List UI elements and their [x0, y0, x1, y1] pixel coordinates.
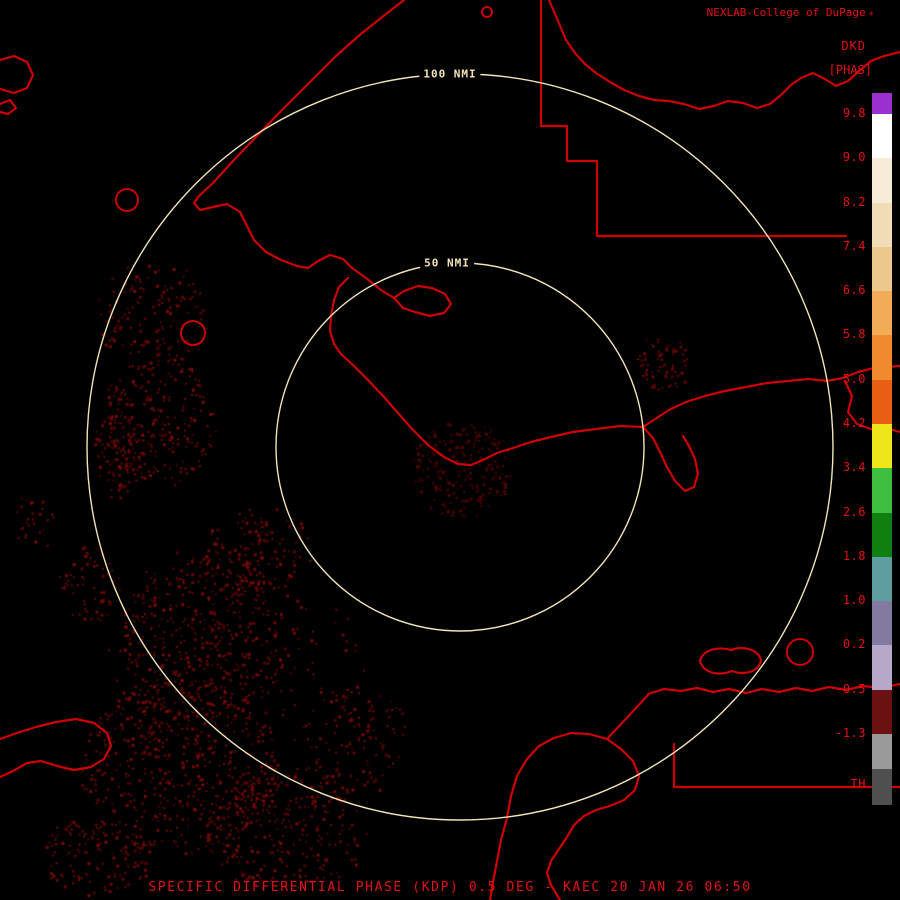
colorbar-tick: 8.2 — [842, 194, 866, 209]
range-ring-label-50nmi: 50 NMI — [420, 255, 474, 271]
radar-display: 100 NMI 50 NMI NEXLAB-College of DuPage ✳… — [0, 0, 900, 900]
map-boundaries — [0, 0, 900, 900]
colorbar-tick: 5.0 — [842, 371, 866, 386]
colorbar-segment — [872, 379, 892, 424]
colorbar-tick: -0.5 — [835, 681, 866, 696]
colorbar-segment — [872, 291, 892, 336]
colorbar-tick: 2.6 — [842, 504, 866, 519]
range-ring-label-100nmi: 100 NMI — [419, 66, 481, 82]
colorbar-tick: 5.8 — [842, 327, 866, 342]
colorbar-segment — [872, 158, 892, 203]
colorbar-tick: TH — [850, 777, 866, 791]
colorbar-tick: 6.6 — [842, 283, 866, 298]
page-title: NEXLAB-College of DuPage — [706, 6, 866, 19]
colorbar-segment — [872, 769, 892, 805]
colorbar-tick: 1.0 — [842, 593, 866, 608]
colorbar-segment — [872, 645, 892, 690]
product-units-label: [PHAS] — [828, 63, 872, 77]
range-rings — [86, 73, 834, 821]
colorbar-segment — [872, 93, 892, 114]
colorbar-segment — [872, 556, 892, 602]
colorbar-tick: 0.2 — [842, 637, 866, 652]
colorbar-segment — [872, 733, 892, 770]
colorbar-tick: 4.2 — [842, 416, 866, 431]
colorbar-tick: 9.8 — [842, 106, 866, 120]
colorbar-segment — [872, 114, 892, 159]
colorbar-tick: 3.4 — [842, 460, 866, 475]
colorbar-segment — [872, 689, 892, 734]
colorbar-tick: -1.3 — [835, 726, 866, 741]
header: NEXLAB-College of DuPage ✳ — [707, 6, 874, 19]
colorbar — [872, 93, 892, 805]
cod-logo-icon: ✳ — [868, 9, 874, 19]
colorbar-segment — [872, 512, 892, 557]
colorbar-tick: 7.4 — [842, 238, 866, 253]
range-ring-100nmi — [86, 73, 834, 821]
colorbar-tick: 1.8 — [842, 548, 866, 563]
colorbar-segment — [872, 335, 892, 380]
colorbar-segment — [872, 423, 892, 469]
colorbar-segment — [872, 202, 892, 247]
product-code-label: DKD — [841, 39, 866, 53]
colorbar-tick: 9.0 — [842, 150, 866, 165]
colorbar-segment — [872, 601, 892, 646]
radar-map — [0, 0, 900, 900]
colorbar-segment — [872, 246, 892, 292]
product-caption: SPECIFIC DIFFERENTIAL PHASE (KDP) 0.5 DE… — [148, 880, 752, 895]
colorbar-segment — [872, 468, 892, 513]
